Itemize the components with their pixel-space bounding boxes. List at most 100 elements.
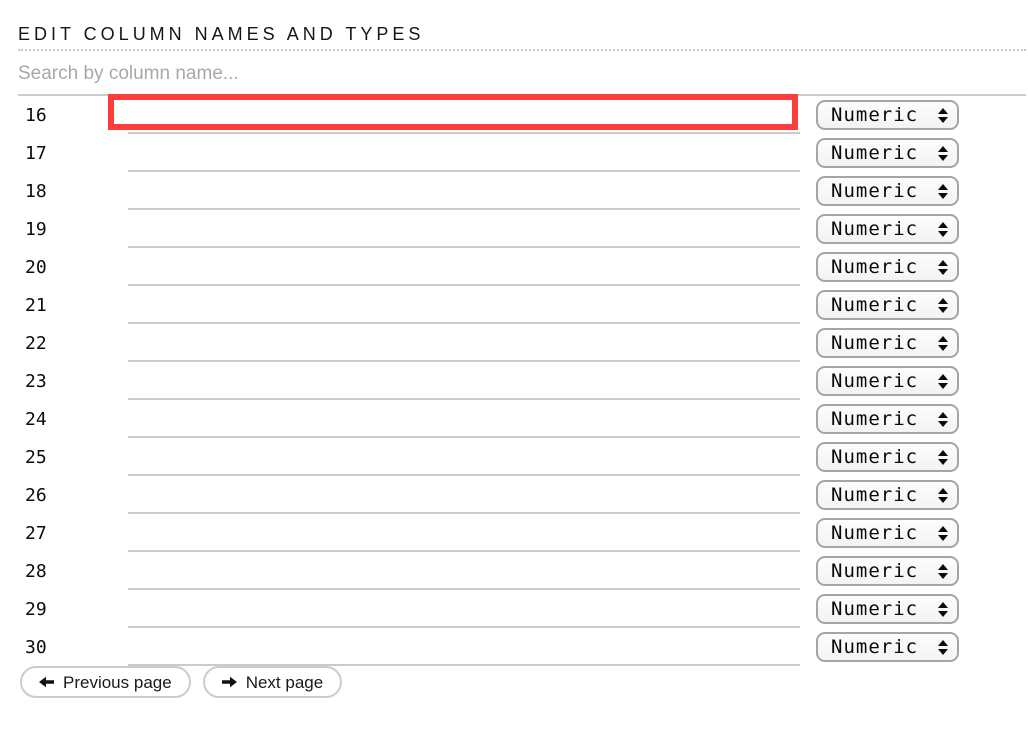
selected-type-label: Numeric — [831, 484, 918, 506]
column-row: 20 Numeric — [18, 248, 1026, 286]
column-type-select[interactable]: Numeric — [816, 442, 959, 472]
up-down-arrows-icon — [938, 412, 948, 427]
edit-columns-panel: EDIT COLUMN NAMES AND TYPES 16 Numeric 1… — [0, 24, 1028, 698]
next-page-button[interactable]: Next page — [203, 666, 343, 698]
column-index: 26 — [18, 485, 128, 506]
column-index: 24 — [18, 409, 128, 430]
selected-type-label: Numeric — [831, 332, 918, 354]
selected-type-label: Numeric — [831, 408, 918, 430]
pagination: Previous page Next page — [20, 666, 1026, 698]
previous-page-label: Previous page — [63, 674, 172, 691]
column-type-select[interactable]: Numeric — [816, 404, 959, 434]
column-name-input[interactable] — [128, 138, 800, 172]
selected-type-label: Numeric — [831, 256, 918, 278]
selected-type-label: Numeric — [831, 218, 918, 240]
up-down-arrows-icon — [938, 184, 948, 199]
up-down-arrows-icon — [938, 640, 948, 655]
column-index: 27 — [18, 523, 128, 544]
next-page-label: Next page — [246, 674, 324, 691]
column-rows-list: 16 Numeric 17 Numeric 18 Numeric — [18, 96, 1026, 666]
column-name-input[interactable] — [128, 594, 800, 628]
column-name-input[interactable] — [128, 480, 800, 514]
column-name-input[interactable] — [128, 214, 800, 248]
column-index: 28 — [18, 561, 128, 582]
up-down-arrows-icon — [938, 564, 948, 579]
column-row: 17 Numeric — [18, 134, 1026, 172]
column-type-select[interactable]: Numeric — [816, 556, 959, 586]
column-name-input[interactable] — [128, 252, 800, 286]
column-index: 17 — [18, 143, 128, 164]
column-index: 30 — [18, 637, 128, 658]
column-row: 26 Numeric — [18, 476, 1026, 514]
column-index: 18 — [18, 181, 128, 202]
selected-type-label: Numeric — [831, 522, 918, 544]
column-type-select[interactable]: Numeric — [816, 632, 959, 662]
column-name-input[interactable] — [128, 556, 800, 590]
selected-type-label: Numeric — [831, 598, 918, 620]
column-index: 23 — [18, 371, 128, 392]
column-row: 28 Numeric — [18, 552, 1026, 590]
column-row: 24 Numeric — [18, 400, 1026, 438]
column-row: 21 Numeric — [18, 286, 1026, 324]
column-index: 16 — [18, 105, 128, 126]
column-name-input[interactable] — [128, 366, 800, 400]
up-down-arrows-icon — [938, 222, 948, 237]
column-name-cell — [128, 400, 800, 438]
column-row: 19 Numeric — [18, 210, 1026, 248]
up-down-arrows-icon — [938, 488, 948, 503]
column-name-cell — [128, 210, 800, 248]
selected-type-label: Numeric — [831, 636, 918, 658]
page-title: EDIT COLUMN NAMES AND TYPES — [18, 24, 1026, 51]
column-name-input[interactable] — [128, 328, 800, 362]
up-down-arrows-icon — [938, 260, 948, 275]
column-name-cell — [128, 324, 800, 362]
column-name-input[interactable] — [128, 176, 800, 210]
selected-type-label: Numeric — [831, 104, 918, 126]
selected-type-label: Numeric — [831, 560, 918, 582]
right-arrow-icon — [222, 675, 237, 689]
column-type-select[interactable]: Numeric — [816, 100, 959, 130]
column-row: 29 Numeric — [18, 590, 1026, 628]
column-name-input[interactable] — [128, 404, 800, 438]
column-index: 19 — [18, 219, 128, 240]
column-name-cell — [128, 438, 800, 476]
search-input[interactable] — [18, 57, 1026, 96]
up-down-arrows-icon — [938, 602, 948, 617]
column-index: 25 — [18, 447, 128, 468]
selected-type-label: Numeric — [831, 370, 918, 392]
column-name-input[interactable] — [128, 518, 800, 552]
column-name-cell — [128, 628, 800, 666]
column-row: 30 Numeric — [18, 628, 1026, 666]
column-type-select[interactable]: Numeric — [816, 328, 959, 358]
column-row: 22 Numeric — [18, 324, 1026, 362]
column-name-input[interactable] — [128, 632, 800, 666]
column-name-cell — [128, 552, 800, 590]
previous-page-button[interactable]: Previous page — [20, 666, 191, 698]
column-index: 29 — [18, 599, 128, 620]
column-name-input[interactable] — [128, 290, 800, 324]
up-down-arrows-icon — [938, 526, 948, 541]
up-down-arrows-icon — [938, 374, 948, 389]
column-type-select[interactable]: Numeric — [816, 214, 959, 244]
up-down-arrows-icon — [938, 298, 948, 313]
column-row: 16 Numeric — [18, 96, 1026, 134]
column-type-select[interactable]: Numeric — [816, 176, 959, 206]
column-type-select[interactable]: Numeric — [816, 594, 959, 624]
column-name-cell — [128, 134, 800, 172]
column-name-cell — [128, 248, 800, 286]
column-name-input[interactable] — [128, 100, 800, 134]
up-down-arrows-icon — [938, 146, 948, 161]
column-row: 27 Numeric — [18, 514, 1026, 552]
column-type-select[interactable]: Numeric — [816, 518, 959, 548]
column-name-cell — [128, 514, 800, 552]
column-type-select[interactable]: Numeric — [816, 480, 959, 510]
column-type-select[interactable]: Numeric — [816, 138, 959, 168]
column-name-cell — [128, 172, 800, 210]
column-row: 25 Numeric — [18, 438, 1026, 476]
column-type-select[interactable]: Numeric — [816, 366, 959, 396]
column-name-input[interactable] — [128, 442, 800, 476]
up-down-arrows-icon — [938, 336, 948, 351]
column-type-select[interactable]: Numeric — [816, 290, 959, 320]
column-type-select[interactable]: Numeric — [816, 252, 959, 282]
column-index: 21 — [18, 295, 128, 316]
